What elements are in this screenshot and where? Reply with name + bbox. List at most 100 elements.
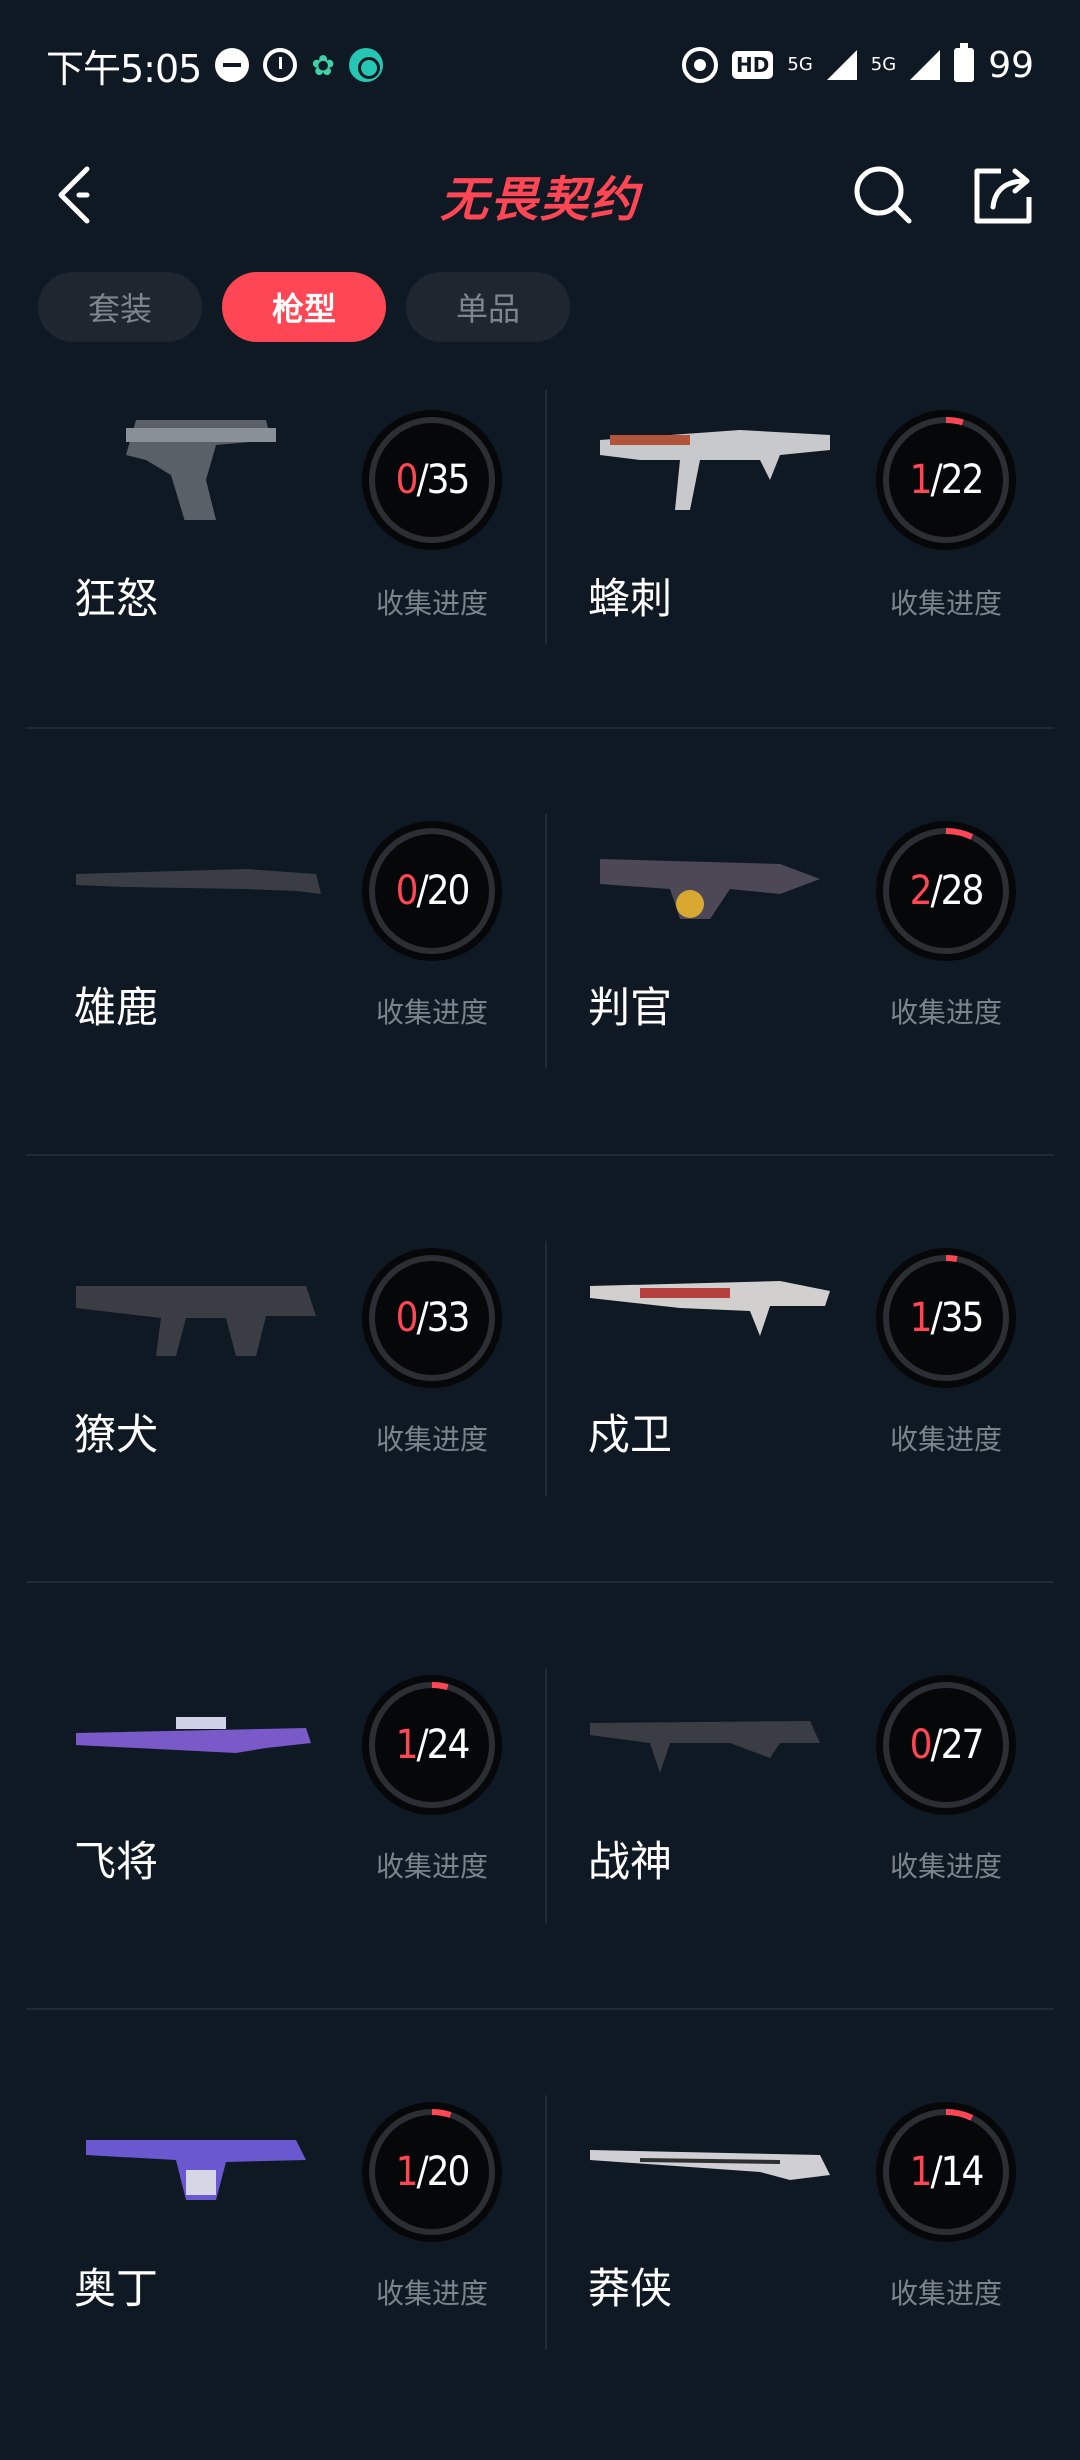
column-divider <box>545 390 547 645</box>
progress-collected: 0 <box>909 1722 933 1768</box>
progress-total: /22 <box>930 457 984 503</box>
progress-count: 0/35 <box>362 410 502 550</box>
column-divider <box>545 1241 547 1496</box>
progress-total: /35 <box>416 457 470 503</box>
progress-collected: 1 <box>909 1295 933 1341</box>
weapon-name: 飞将 <box>74 1837 159 1886</box>
weapon-image <box>590 2150 830 2180</box>
battery-level: 99 <box>988 44 1034 86</box>
progress-count: 0/20 <box>362 821 502 961</box>
progress-collected: 0 <box>395 868 419 914</box>
hd-badge: HD <box>732 51 774 79</box>
progress-caption: 收集进度 <box>890 996 1003 1029</box>
weapon-image <box>126 420 276 520</box>
weapon-card[interactable]: 1/35 戍卫 收集进度 <box>540 1156 1054 1583</box>
progress-total: /20 <box>416 2149 470 2195</box>
share-icon <box>974 168 1032 224</box>
do-not-disturb-icon <box>215 48 250 82</box>
share-button[interactable] <box>968 160 1038 230</box>
page-title: 无畏契约 <box>439 172 640 228</box>
weapon-card[interactable]: 0/20 雄鹿 收集进度 <box>26 729 540 1156</box>
weapon-row: 1/20 奥丁 收集进度 1/14 莽侠 收集进度 <box>26 2008 1054 2435</box>
weapon-card[interactable]: 0/27 战神 收集进度 <box>540 1583 1054 2010</box>
weapon-image <box>600 859 820 919</box>
progress-collected: 2 <box>909 868 933 914</box>
progress-collected: 0 <box>395 1295 419 1341</box>
weapon-name: 判官 <box>588 983 673 1032</box>
weapon-card[interactable]: 0/33 獠犬 收集进度 <box>26 1156 540 1583</box>
progress-caption: 收集进度 <box>890 1423 1003 1456</box>
weapon-card[interactable]: 1/24 飞将 收集进度 <box>26 1583 540 2010</box>
progress-count: 1/20 <box>362 2102 502 2242</box>
search-button[interactable] <box>848 160 918 230</box>
weapon-card[interactable]: 1/20 奥丁 收集进度 <box>26 2010 540 2437</box>
progress-count: 0/27 <box>876 1675 1016 1815</box>
progress-caption: 收集进度 <box>376 1850 489 1883</box>
back-button[interactable] <box>40 160 110 230</box>
weapon-name: 戍卫 <box>588 1410 673 1459</box>
app-header: 无畏契约 <box>0 130 1080 260</box>
weapon-row: 1/24 飞将 收集进度 0/27 战神 收集进度 <box>26 1581 1054 2008</box>
weapon-name: 獠犬 <box>74 1410 159 1459</box>
progress-caption: 收集进度 <box>376 587 489 620</box>
status-left: 下午5:05 ✿ <box>46 38 383 93</box>
weapon-name: 雄鹿 <box>74 983 159 1032</box>
weapon-image <box>76 1717 311 1753</box>
weapon-row: 0/33 獠犬 收集进度 1/35 戍卫 收集进度 <box>26 1154 1054 1581</box>
tab-single-items[interactable]: 单品 <box>406 272 570 342</box>
progress-collected: 1 <box>395 2149 419 2195</box>
weapon-card[interactable]: 1/22 蜂刺 收集进度 <box>540 390 1054 727</box>
progress-count: 2/28 <box>876 821 1016 961</box>
network-type-2: 5G <box>870 54 897 75</box>
progress-count: 1/35 <box>876 1248 1016 1388</box>
progress-collected: 0 <box>395 457 419 503</box>
progress-collected: 1 <box>909 457 933 503</box>
weapon-image <box>590 1721 820 1773</box>
status-right: HD 5G 5G 99 <box>682 43 1034 86</box>
progress-caption: 收集进度 <box>890 587 1003 620</box>
weapon-row: 0/35 狂怒 收集进度 1/22 蜂刺 收集进度 <box>26 390 1054 727</box>
weapon-name: 狂怒 <box>74 574 159 623</box>
tab-weapon-types[interactable]: 枪型 <box>222 272 386 342</box>
weapon-row: 0/20 雄鹿 收集进度 2/28 判官 收集进度 <box>26 727 1054 1154</box>
progress-total: /35 <box>930 1295 984 1341</box>
weapon-image <box>76 869 321 894</box>
weapon-grid: 0/35 狂怒 收集进度 1/22 蜂刺 收集进度 0/20 雄鹿 收集进度 2/28 判官 收集进度… <box>26 390 1054 2435</box>
progress-count: 1/14 <box>876 2102 1016 2242</box>
progress-caption: 收集进度 <box>890 1850 1003 1883</box>
progress-caption: 收集进度 <box>376 2277 489 2310</box>
signal-icon-2 <box>910 50 941 80</box>
weapon-card[interactable]: 1/14 莽侠 收集进度 <box>540 2010 1054 2437</box>
search-icon <box>854 166 912 224</box>
weapon-name: 蜂刺 <box>588 574 673 623</box>
progress-total: /20 <box>416 868 470 914</box>
column-divider <box>545 2095 547 2350</box>
hotspot-icon <box>682 47 719 83</box>
progress-total: /27 <box>930 1722 984 1768</box>
progress-caption: 收集进度 <box>376 1423 489 1456</box>
weapon-image <box>76 1286 316 1356</box>
battery-icon <box>954 43 975 82</box>
app-notification-icon: ✿ <box>311 48 335 82</box>
weapon-image <box>590 1281 830 1336</box>
column-divider <box>545 814 547 1069</box>
weapon-card[interactable]: 0/35 狂怒 收集进度 <box>26 390 540 727</box>
weapon-image <box>600 430 830 510</box>
weapon-card[interactable]: 2/28 判官 收集进度 <box>540 729 1054 1156</box>
progress-count: 1/22 <box>876 410 1016 550</box>
signal-icon <box>826 50 857 80</box>
weapon-name: 莽侠 <box>588 2264 673 2313</box>
weapon-image <box>86 2140 306 2200</box>
column-divider <box>545 1668 547 1923</box>
category-tabs: 套装 枪型 单品 <box>38 272 570 342</box>
status-time: 下午5:05 <box>46 46 202 91</box>
status-bar: 下午5:05 ✿ HD 5G 5G 99 <box>0 0 1080 130</box>
alarm-icon <box>263 48 298 82</box>
progress-count: 1/24 <box>362 1675 502 1815</box>
tab-suits[interactable]: 套装 <box>38 272 202 342</box>
weapon-name: 战神 <box>588 1837 673 1886</box>
progress-total: /14 <box>930 2149 984 2195</box>
progress-total: /28 <box>930 868 984 914</box>
progress-collected: 1 <box>909 2149 933 2195</box>
progress-caption: 收集进度 <box>376 996 489 1029</box>
